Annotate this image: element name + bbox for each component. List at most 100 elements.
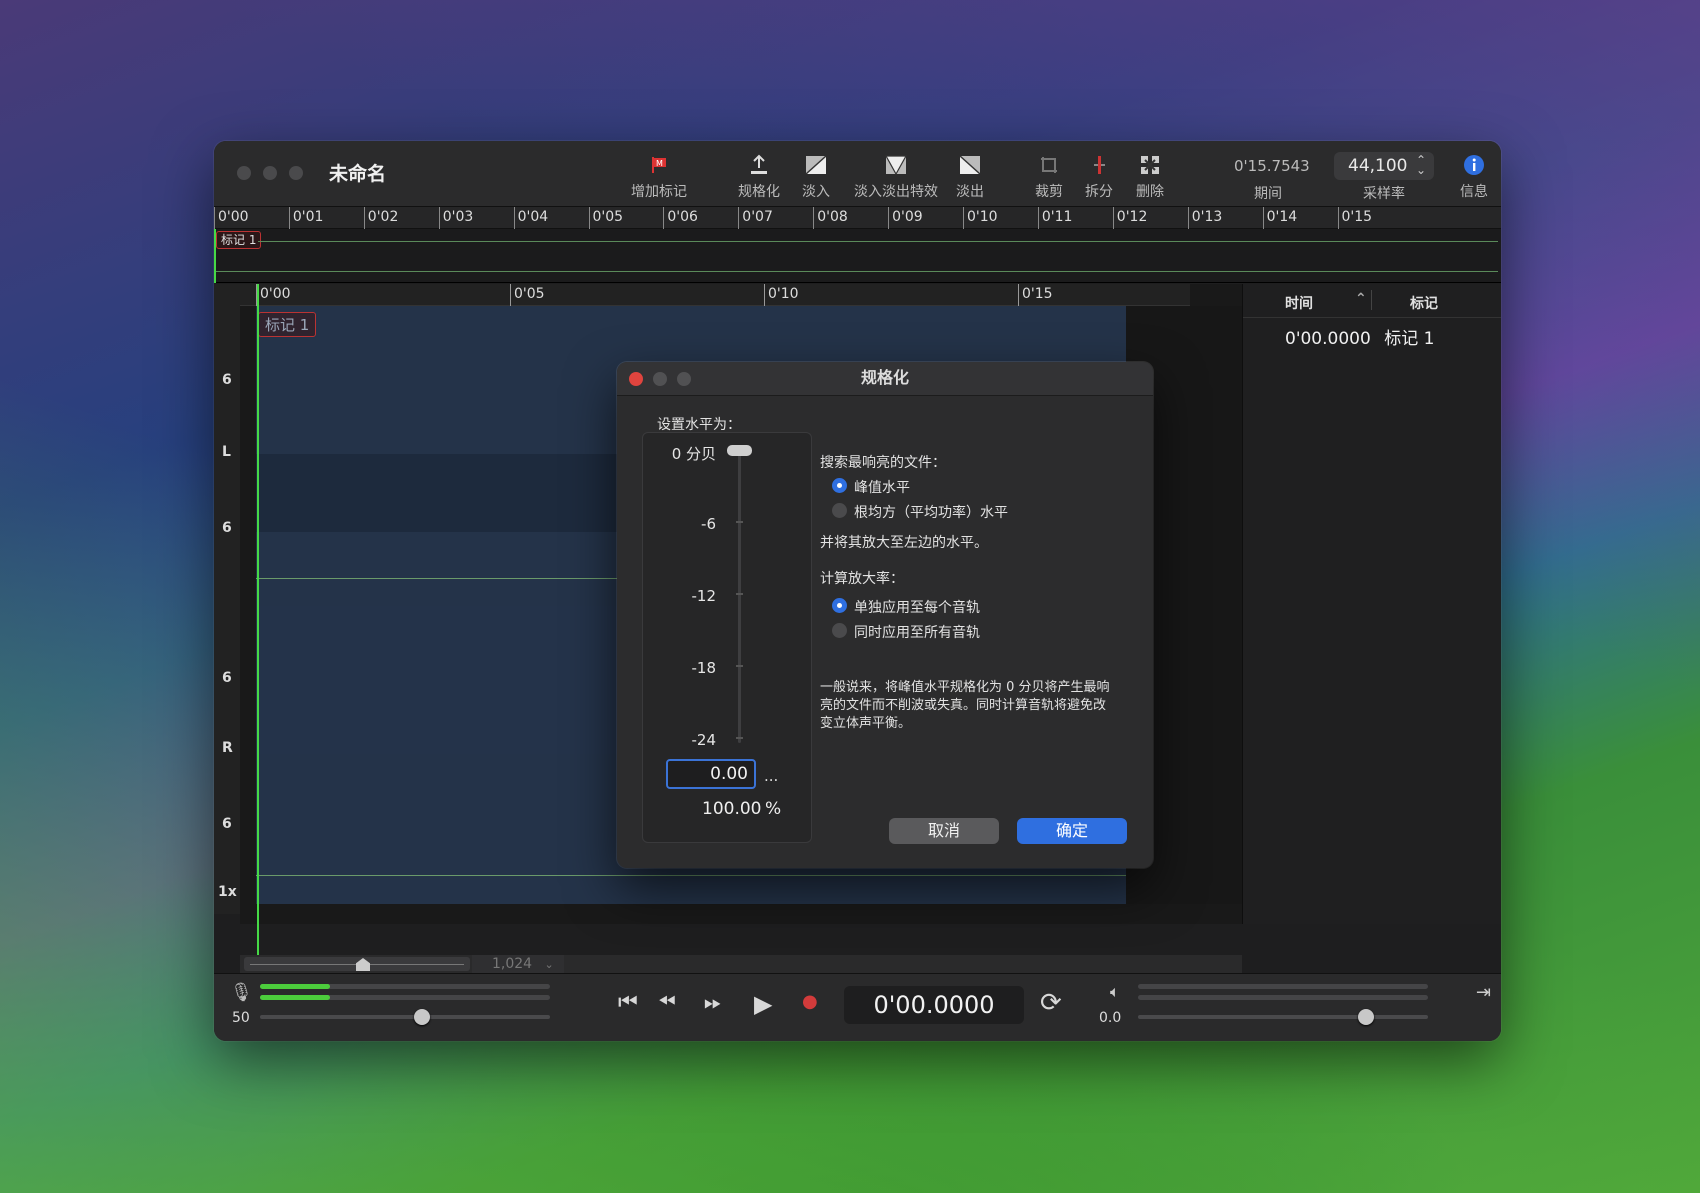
updown-chevron-icon: ⌃ ⌄ (1415, 153, 1426, 177)
waveform-marker[interactable]: 标记 1 (258, 312, 317, 337)
close-window-button[interactable] (237, 166, 251, 180)
split-button[interactable]: 拆分 (1079, 151, 1119, 201)
playhead[interactable] (257, 284, 259, 974)
overview-ruler-tick: 0'11 (1037, 207, 1072, 229)
scale-label-12: -12 (691, 587, 717, 605)
peak-level-radio[interactable] (832, 478, 847, 493)
fade-in-button[interactable]: 淡入 (796, 151, 836, 201)
channel-r-label: R (222, 740, 233, 756)
delete-button[interactable]: 删除 (1130, 151, 1170, 201)
col-marker-header[interactable]: 标记 (1410, 293, 1438, 313)
sample-rate-value: 44,100 (1348, 156, 1408, 176)
sample-rate-select[interactable]: 44,100 ⌃ ⌄ (1334, 152, 1434, 180)
microphone-icon: 🎙︎ (230, 982, 253, 1003)
rewind-button[interactable]: ⏪︎ (658, 990, 676, 1015)
overview-ruler-tick: 0'12 (1112, 207, 1147, 229)
zoom-value-select[interactable]: 1,024 ⌄ (472, 955, 564, 973)
marker-row-time: 0'00.0000 (1285, 329, 1371, 349)
percent-unit: % (765, 799, 782, 819)
waveform-ruler-tick: 0'05 (510, 284, 545, 306)
fast-forward-button[interactable]: ⏩︎ (704, 990, 722, 1015)
zoom-slider-thumb[interactable] (356, 958, 370, 971)
overview-ruler-tick: 0'04 (513, 207, 548, 229)
info-button[interactable]: 信息 (1454, 151, 1494, 201)
zoom-slider[interactable] (244, 957, 470, 971)
waveform-r (256, 875, 1126, 876)
zoom-window-button[interactable] (289, 166, 303, 180)
loop-icon[interactable]: ⟳ (1040, 988, 1062, 1018)
rms-level-label[interactable]: 根均方（平均功率）水平 (854, 502, 1008, 522)
sample-rate-label: 采样率 (1363, 186, 1405, 202)
waveform-ruler-tick: 0'10 (764, 284, 799, 306)
markers-header: 时间 ⌃ 标记 (1243, 284, 1501, 318)
dialog-minimize-button (653, 372, 667, 386)
help-text-line3: 变立体声平衡。 (820, 716, 912, 731)
input-gain-slider[interactable] (260, 1015, 550, 1019)
peak-level-label[interactable]: 峰值水平 (854, 477, 910, 497)
rms-level-radio[interactable] (832, 503, 847, 518)
percent-value: 100.00 (702, 799, 762, 819)
play-button[interactable]: ▶︎ (754, 990, 772, 1018)
level-slider-knob[interactable] (727, 445, 752, 456)
fade-in-out-button[interactable]: 淡入淡出特效 (846, 151, 946, 201)
overview-ruler-tick: 0'10 (963, 207, 998, 229)
apply-all-radio[interactable] (832, 623, 847, 638)
export-icon[interactable]: ⇥ (1476, 982, 1491, 1003)
normalize-dialog: 规格化 设置水平为： 0 分贝 -6 -12 -18 -24 0.00 ... … (617, 362, 1153, 868)
ok-button[interactable]: 确定 (1017, 818, 1127, 844)
crop-button[interactable]: 裁剪 (1029, 151, 1069, 201)
output-meter-r (1138, 995, 1428, 1000)
level-scale: 6 L 6 6 R 6 1x (214, 284, 240, 914)
overview-playhead (214, 229, 216, 283)
skip-to-start-button[interactable]: ⏮︎ (618, 990, 638, 1015)
overview-ruler-tick: 0'05 (588, 207, 623, 229)
overview-ruler-tick: 0'09 (888, 207, 923, 229)
scale-l-top: 6 (222, 372, 232, 388)
overview-ruler-tick: 0'14 (1262, 207, 1297, 229)
normalize-button[interactable]: 规格化 (734, 151, 784, 201)
header-divider (1371, 290, 1372, 310)
toolbar: 未命名 M 增加标记 规格化 淡入 淡入淡出特效 淡出 裁剪 拆分 删除 0'1… (214, 141, 1501, 207)
waveform-ruler[interactable]: 0'00 0'05 0'10 0'15 (240, 284, 1190, 306)
apply-all-label[interactable]: 同时应用至所有音轨 (854, 622, 980, 642)
scale-label-0: 0 分贝 (671, 445, 716, 463)
marker-row[interactable]: 0'00.0000 标记 1 (1285, 324, 1434, 349)
input-meter-r (260, 995, 550, 1000)
dialog-title: 规格化 (617, 362, 1153, 396)
dialog-close-button[interactable] (629, 372, 643, 386)
col-time-header[interactable]: 时间 (1285, 293, 1313, 313)
fade-out-button[interactable]: 淡出 (950, 151, 990, 201)
scale-l-bottom: 6 (222, 520, 232, 536)
transport-bar: 🎙︎ 50 ⏮︎ ⏪︎ ⏩︎ ▶︎ ● 0'00.0000 ⟳ 🔈︎ 0.0 ⇥ (214, 973, 1501, 1041)
overview-marker[interactable]: 标记 1 (216, 231, 262, 249)
scale-label-6: -6 (701, 515, 716, 533)
input-meter-l (260, 984, 550, 989)
duration-label: 期间 (1254, 186, 1282, 202)
time-display: 0'00.0000 (844, 986, 1024, 1024)
db-value-field[interactable]: 0.00 (666, 759, 756, 789)
input-gain-knob[interactable] (414, 1009, 430, 1025)
output-gain-slider[interactable] (1138, 1015, 1428, 1019)
apply-each-radio[interactable] (832, 598, 847, 613)
level-slider[interactable] (738, 449, 741, 743)
minimize-window-button[interactable] (263, 166, 277, 180)
record-button[interactable]: ● (802, 991, 818, 1012)
overview-track[interactable]: 标记 1 (214, 229, 1501, 283)
cancel-button[interactable]: 取消 (889, 818, 999, 844)
db-more-button[interactable]: ... (764, 767, 778, 785)
info-icon (1454, 151, 1494, 179)
markers-panel: 时间 ⌃ 标记 0'00.0000 标记 1 (1242, 284, 1501, 924)
channel-l-label: L (222, 444, 231, 460)
calc-label: 计算放大率： (820, 571, 904, 587)
window-title: 未命名 (329, 163, 387, 185)
amplify-note: 并将其放大至左边的水平。 (820, 535, 988, 551)
speaker-icon: 🔈︎ (1110, 982, 1120, 1001)
help-text-line2: 亮的文件而不削波或失真。同时计算音轨将避免改 (820, 698, 1107, 713)
add-marker-button[interactable]: M 增加标记 (626, 151, 692, 201)
overview-ruler[interactable]: 0'00 0'01 0'02 0'03 0'04 0'05 0'06 0'07 0'08 0'09… (214, 207, 1501, 229)
fade-in-out-icon (846, 151, 946, 179)
apply-each-label[interactable]: 单独应用至每个音轨 (854, 597, 980, 617)
dialog-zoom-button (677, 372, 691, 386)
overview-waveform-r (214, 271, 1498, 272)
output-gain-knob[interactable] (1358, 1009, 1374, 1025)
